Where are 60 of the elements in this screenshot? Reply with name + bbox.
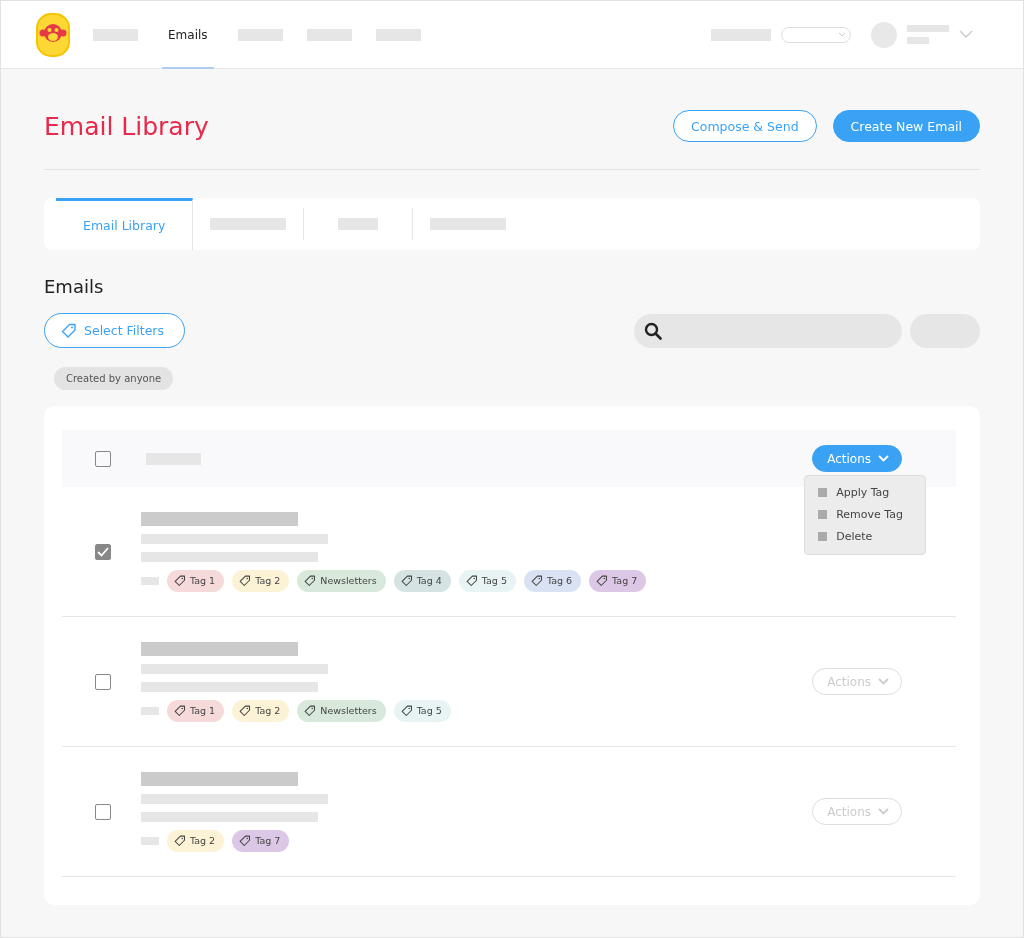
- tag-pill[interactable]: Tag 5: [393, 699, 451, 722]
- chevron-icon: [878, 678, 889, 685]
- tag-pill[interactable]: Tag 1: [167, 569, 225, 592]
- menu-item[interactable]: Delete: [836, 530, 873, 543]
- tag-icon: [174, 834, 186, 847]
- placeholder-bar: [338, 218, 379, 230]
- nav-link[interactable]: Emails: [162, 1, 214, 69]
- tag-icon: [530, 574, 543, 587]
- placeholder-bar: [93, 28, 138, 41]
- placeholder-bar: [237, 28, 283, 41]
- tag-pill[interactable]: Tag 7: [589, 569, 647, 592]
- tag-icon: [400, 704, 413, 717]
- menu-item[interactable]: Apply Tag: [836, 486, 890, 499]
- square-icon: [818, 532, 828, 541]
- tag-pill[interactable]: Newsletters: [297, 569, 386, 592]
- checkbox[interactable]: [95, 450, 111, 467]
- caret-icon: [838, 31, 846, 38]
- tag-icon: [465, 574, 478, 587]
- tag-pill[interactable]: Tag 7: [232, 829, 290, 852]
- placeholder-bar: [907, 37, 929, 44]
- menu-item[interactable]: Remove Tag: [836, 508, 903, 521]
- placeholder-bar: [141, 576, 159, 585]
- tag-icon: [400, 574, 413, 587]
- tag-pill[interactable]: Tag 6: [523, 569, 582, 592]
- search-icon: [644, 321, 662, 340]
- chevron-icon: [878, 808, 889, 815]
- tag-icon: [304, 704, 317, 717]
- placeholder-bar: [711, 28, 771, 41]
- page-title: Email Library: [44, 111, 209, 141]
- tag-pill[interactable]: Tag 2: [232, 569, 290, 592]
- tag-pill[interactable]: Tag 2: [167, 829, 225, 852]
- tag-icon: [174, 704, 186, 717]
- checkbox[interactable]: [95, 673, 111, 690]
- tag-pill[interactable]: Newsletters: [297, 699, 386, 722]
- square-icon: [818, 488, 828, 497]
- placeholder-bar: [375, 28, 421, 41]
- tag-icon: [174, 574, 186, 587]
- placeholder-bar: [907, 25, 949, 32]
- checkbox[interactable]: [95, 803, 111, 820]
- caret-icon[interactable]: [959, 30, 973, 39]
- section-title: Emails: [44, 276, 105, 297]
- search-field[interactable]: [634, 313, 902, 348]
- placeholder-bar: [306, 28, 352, 41]
- tag-icon: [304, 574, 317, 587]
- placeholder-bar: [141, 706, 159, 715]
- filter-chip[interactable]: Created by anyone: [54, 367, 174, 390]
- tag-icon: [239, 574, 252, 587]
- tag-icon: [596, 574, 609, 587]
- tag-pill[interactable]: Tag 2: [232, 699, 290, 722]
- monkey-logo-icon: [35, 11, 71, 58]
- tag-pill[interactable]: Tag 5: [458, 569, 516, 592]
- tag-pill[interactable]: Tag 4: [393, 569, 451, 592]
- chevron-icon: [878, 455, 889, 462]
- tag-icon: [239, 834, 252, 847]
- placeholder-bar: [141, 836, 159, 845]
- square-icon: [818, 510, 828, 519]
- tag-pill[interactable]: Tag 1: [167, 699, 225, 722]
- tag-icon: [239, 704, 252, 717]
- tag-icon: [61, 322, 77, 339]
- checkbox[interactable]: [95, 543, 111, 560]
